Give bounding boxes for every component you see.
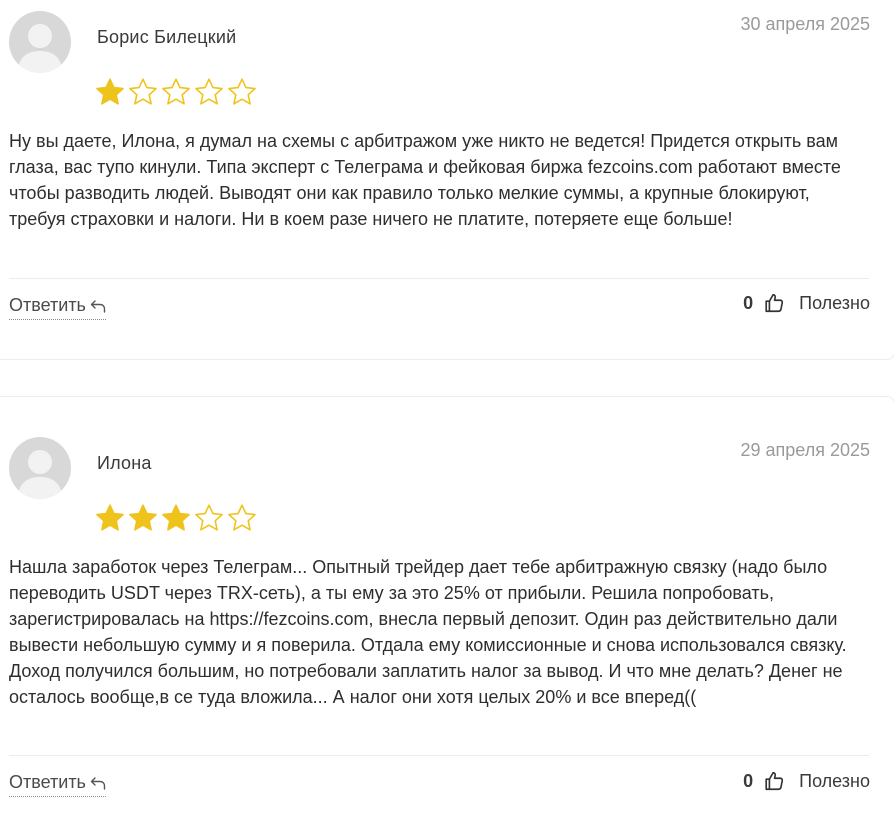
review-card: Илона 29 апреля 2025 Нашла заработок чер… xyxy=(0,396,894,815)
review-text: Ну вы даете, Илона, я думал на схемы с а… xyxy=(9,131,841,229)
star-empty-icon xyxy=(162,78,190,105)
user-avatar-icon xyxy=(9,437,71,499)
star-filled-icon xyxy=(96,504,124,531)
star-filled-icon xyxy=(162,504,190,531)
star-filled-icon xyxy=(96,78,124,105)
review-card: Борис Билецкий 30 апреля 2025 Ну вы дает… xyxy=(0,0,894,360)
review-date: 30 апреля 2025 xyxy=(740,14,871,34)
divider xyxy=(9,755,869,756)
reply-button[interactable]: Ответить xyxy=(9,295,106,320)
helpful-label: Полезно xyxy=(799,770,870,791)
star-empty-icon xyxy=(129,78,157,105)
reply-arrow-icon xyxy=(90,299,106,313)
user-avatar-icon xyxy=(9,11,71,73)
helpful-count: 0 xyxy=(743,770,754,791)
reply-label: Ответить xyxy=(9,295,86,315)
reply-arrow-icon xyxy=(90,776,106,790)
star-filled-icon xyxy=(129,504,157,531)
review-text: Нашла заработок через Телеграм... Опытны… xyxy=(9,557,847,707)
reply-label: Ответить xyxy=(9,772,86,792)
review-author: Борис Билецкий xyxy=(97,27,237,47)
helpful-label: Полезно xyxy=(799,292,870,313)
star-empty-icon xyxy=(228,78,256,105)
star-empty-icon xyxy=(195,78,223,105)
divider xyxy=(9,278,869,279)
star-rating xyxy=(95,77,257,107)
helpful-count: 0 xyxy=(743,292,754,313)
reply-button[interactable]: Ответить xyxy=(9,772,106,797)
review-author: Илона xyxy=(97,453,152,473)
thumbs-up-icon[interactable] xyxy=(763,292,785,314)
star-empty-icon xyxy=(228,504,256,531)
helpful-block: 0 Полезно xyxy=(743,292,870,314)
star-rating xyxy=(95,503,257,533)
review-date: 29 апреля 2025 xyxy=(740,440,871,460)
helpful-block: 0 Полезно xyxy=(743,770,870,792)
thumbs-up-icon[interactable] xyxy=(763,770,785,792)
star-empty-icon xyxy=(195,504,223,531)
